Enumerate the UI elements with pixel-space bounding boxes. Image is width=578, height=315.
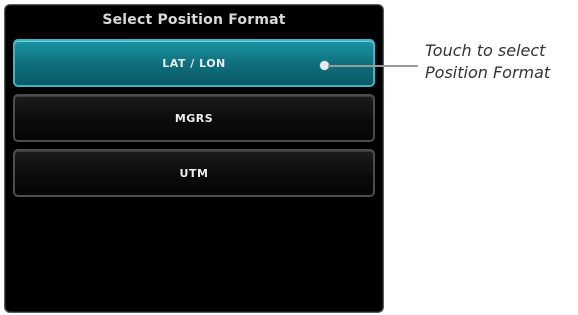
option-utm-button[interactable]: UTM	[13, 149, 375, 197]
callout-annotation: Touch to select Position Format	[425, 40, 575, 84]
select-position-format-dialog: Select Position Format LAT / LON MGRS UT…	[4, 4, 384, 313]
callout-line-1: Touch to select	[425, 41, 546, 60]
callout-leader-line	[328, 65, 418, 67]
dialog-title: Select Position Format	[102, 12, 286, 28]
callout-line-2: Position Format	[425, 63, 551, 82]
option-mgrs-button[interactable]: MGRS	[13, 94, 375, 142]
